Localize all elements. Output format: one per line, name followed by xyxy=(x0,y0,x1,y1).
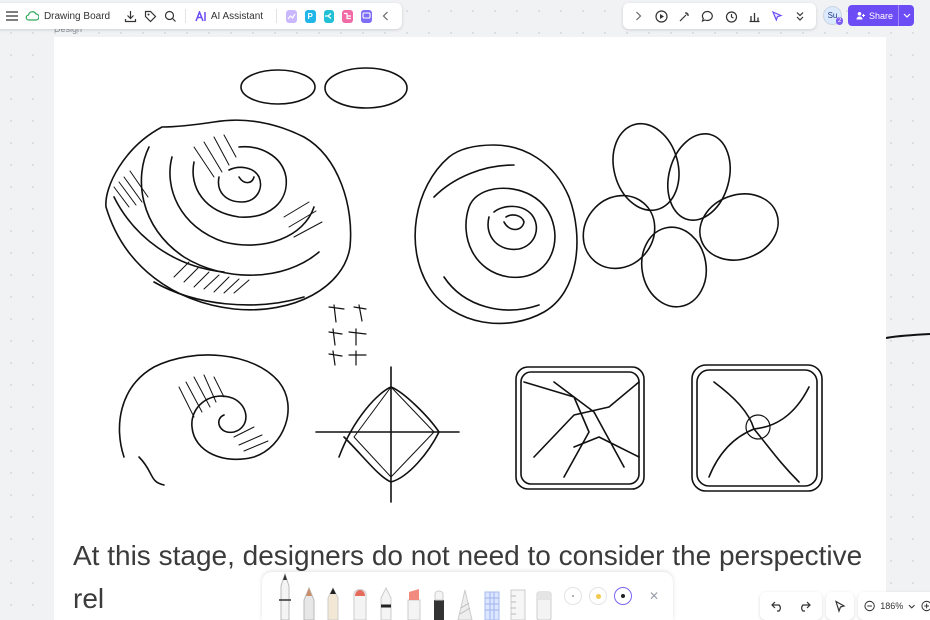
tag-icon[interactable] xyxy=(140,4,160,28)
top-right-toolbar xyxy=(623,3,816,29)
fountain-pen-tool[interactable] xyxy=(300,586,318,620)
rose-sketch-outline xyxy=(414,144,578,325)
highlighter-red-tool[interactable] xyxy=(404,586,424,620)
drawing-board-frame[interactable]: At this stage, designers do not need to … xyxy=(54,37,886,620)
marker-black-tool[interactable] xyxy=(324,586,342,620)
note-bubble-right xyxy=(324,67,408,109)
eraser-tool[interactable] xyxy=(534,586,554,620)
crayon-tool[interactable] xyxy=(455,588,475,620)
menu-icon[interactable] xyxy=(2,4,22,28)
color-swatch-black[interactable] xyxy=(614,587,632,605)
zoom-controls: 186% xyxy=(858,592,930,620)
undo-icon[interactable] xyxy=(771,601,784,612)
ai-assistant-label: AI Assistant xyxy=(210,10,264,22)
app-shortcut-p[interactable]: P xyxy=(304,9,316,23)
share-label: Share xyxy=(869,10,894,21)
square-swirl-sketch-1 xyxy=(515,366,645,490)
stats-icon[interactable] xyxy=(743,4,766,28)
stray-stroke xyxy=(886,333,930,339)
app-shortcut-flow[interactable] xyxy=(342,9,354,23)
color-swatch-yellow[interactable] xyxy=(589,587,607,605)
share-dropdown-chevron-icon[interactable] xyxy=(898,5,914,26)
square-swirl-sketch-2 xyxy=(691,364,823,492)
zoom-level[interactable]: 186% xyxy=(880,601,903,611)
collapse-chevron-icon[interactable] xyxy=(376,4,396,28)
fineliner-tool[interactable] xyxy=(378,586,394,620)
document-title[interactable]: Drawing Board xyxy=(44,11,110,22)
share-button[interactable]: Share xyxy=(848,5,914,26)
cursor-icon xyxy=(834,599,846,613)
app-shortcut-chat[interactable] xyxy=(361,9,372,23)
zoom-out-icon[interactable] xyxy=(864,600,875,612)
magic-icon[interactable] xyxy=(673,4,696,28)
top-toolbar: Drawing Board AI Assistant P xyxy=(0,3,402,29)
divider xyxy=(276,9,277,23)
download-icon[interactable] xyxy=(120,4,140,28)
more-chevrons-icon[interactable] xyxy=(789,4,812,28)
zoom-in-icon[interactable] xyxy=(921,600,930,612)
app-shortcut-a[interactable] xyxy=(285,9,297,23)
ruler-tool[interactable] xyxy=(508,586,528,620)
pencil-tool[interactable] xyxy=(276,572,294,620)
laser-pointer-icon[interactable] xyxy=(766,4,789,28)
redo-icon[interactable] xyxy=(798,601,811,612)
chevron-right-icon[interactable] xyxy=(627,4,650,28)
user-icon xyxy=(856,12,865,20)
color-swatch-white[interactable] xyxy=(564,587,582,605)
comment-icon[interactable] xyxy=(696,4,719,28)
note-strokes xyxy=(328,304,367,366)
zoom-dropdown-chevron-icon[interactable] xyxy=(908,604,916,609)
app-shortcut-mindmap[interactable] xyxy=(323,9,335,23)
pattern-pen-tool[interactable] xyxy=(482,586,502,620)
cloud-sync-icon xyxy=(22,4,42,28)
close-icon[interactable]: ✕ xyxy=(649,589,659,603)
marker-red-tool[interactable] xyxy=(350,584,370,620)
undo-redo-group xyxy=(760,592,822,620)
note-bubble-left xyxy=(240,69,316,105)
divider xyxy=(185,9,186,23)
sketch-drawing xyxy=(105,67,823,503)
select-tool-button[interactable] xyxy=(826,592,854,620)
search-icon[interactable] xyxy=(160,4,180,28)
construction-sketch xyxy=(315,366,460,503)
ai-assistant-button[interactable]: AI Assistant xyxy=(195,10,264,22)
ai-logo-icon xyxy=(195,10,206,21)
timer-icon[interactable] xyxy=(720,4,743,28)
pen-toolbar: ✕ xyxy=(262,572,673,620)
play-icon[interactable] xyxy=(650,4,673,28)
flower-sketch xyxy=(582,122,779,308)
brush-pen-tool[interactable] xyxy=(430,586,448,620)
rose-sketch-hatched xyxy=(105,119,352,311)
spiral-sketch xyxy=(118,354,289,486)
